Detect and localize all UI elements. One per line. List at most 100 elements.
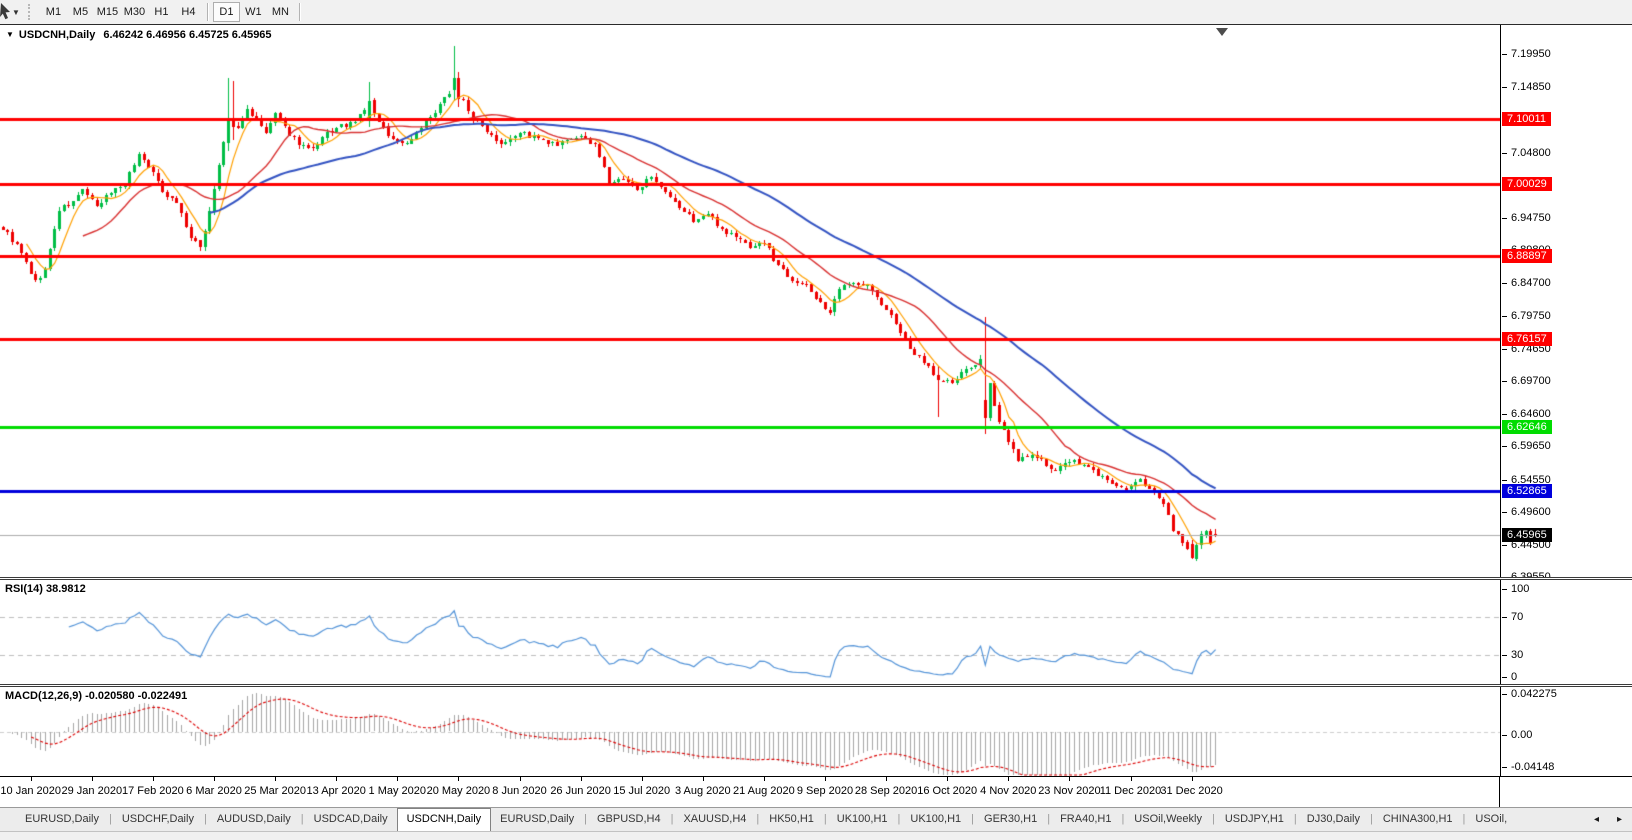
chart-symbol-period: USDCNH,Daily bbox=[19, 29, 95, 41]
mt4-window: ▼ M1M5M15M30H1H4 D1W1MN ▼ USDCNH,Daily 6.46… bbox=[0, 0, 1632, 840]
date-tick bbox=[520, 777, 521, 781]
timeframe-button-m30[interactable]: M30 bbox=[121, 2, 148, 22]
chart-tab-china300-h1[interactable]: CHINA300,H1 bbox=[1374, 808, 1462, 831]
timeframe-toolbar: ▼ M1M5M15M30H1H4 D1W1MN bbox=[0, 0, 1632, 25]
main-chart-panel: ▼ USDCNH,Daily 6.46242 6.46956 6.45725 6.4… bbox=[0, 25, 1632, 577]
price-tick: 6.94750 bbox=[1502, 211, 1551, 225]
chart-ohlc-values: 6.46242 6.46956 6.45725 6.45965 bbox=[103, 29, 271, 41]
macd-scale[interactable]: 0.042275 0.00 -0.04148 bbox=[1500, 687, 1632, 776]
hline-price-label: 7.00029 bbox=[1502, 177, 1552, 191]
main-chart-canvas[interactable] bbox=[0, 25, 1500, 577]
date-tick bbox=[336, 777, 337, 781]
chart-menu-caret-icon[interactable]: ▼ bbox=[6, 30, 14, 39]
date-tick bbox=[1192, 777, 1193, 781]
macd-tick: 0.00 bbox=[1502, 728, 1532, 742]
date-tick bbox=[825, 777, 826, 781]
chart-tab-usoil-weekly[interactable]: USOil,Weekly bbox=[1125, 808, 1211, 831]
chart-tab-eurusd-daily[interactable]: EURUSD,Daily bbox=[491, 808, 583, 831]
chart-title: ▼ USDCNH,Daily 6.46242 6.46956 6.45725 6.4… bbox=[6, 29, 272, 41]
rsi-tick: 100 bbox=[1502, 582, 1529, 596]
dropdown-caret-icon[interactable]: ▼ bbox=[12, 8, 20, 17]
macd-label: MACD(12,26,9) -0.020580 -0.022491 bbox=[5, 690, 187, 702]
hline-price-label: 7.10011 bbox=[1502, 112, 1551, 126]
main-price-scale[interactable]: 7.199507.148507.099007.048006.998006.947… bbox=[1500, 25, 1632, 577]
date-tick bbox=[153, 777, 154, 781]
date-tick bbox=[458, 777, 459, 781]
timeframe-button-m1[interactable]: M1 bbox=[40, 2, 67, 22]
window-bottom-edge bbox=[0, 831, 1632, 840]
chart-tab-usdjpy-h1[interactable]: USDJPY,H1 bbox=[1216, 808, 1293, 831]
rsi-tick: 0 bbox=[1502, 670, 1517, 684]
rsi-label: RSI(14) 38.9812 bbox=[5, 583, 86, 595]
date-label: 31 Dec 2020 bbox=[1150, 785, 1234, 797]
price-tick: 6.69700 bbox=[1502, 374, 1551, 388]
date-tick bbox=[92, 777, 93, 781]
price-tick: 7.14850 bbox=[1502, 80, 1551, 94]
price-tick: 6.39550 bbox=[1502, 570, 1551, 577]
toolbar-separator bbox=[299, 3, 300, 21]
hline-price-label: 6.52865 bbox=[1502, 484, 1552, 498]
date-tick bbox=[947, 777, 948, 781]
date-tick bbox=[31, 777, 32, 781]
rsi-panel: RSI(14) 38.9812 100 70 30 0 bbox=[0, 580, 1632, 684]
chart-shift-marker[interactable] bbox=[1216, 28, 1228, 36]
current-price-label: 6.45965 bbox=[1502, 528, 1552, 542]
date-tick bbox=[1069, 777, 1070, 781]
price-tick: 7.19950 bbox=[1502, 47, 1551, 61]
price-tick: 6.49600 bbox=[1502, 505, 1551, 519]
chart-tab-bar: EURUSD,Daily|USDCHF,Daily|AUDUSD,Daily|U… bbox=[0, 807, 1632, 831]
cursor-tool-icon[interactable] bbox=[0, 3, 10, 21]
date-tick bbox=[397, 777, 398, 781]
rsi-tick: 30 bbox=[1502, 648, 1523, 662]
timeframe-button-m5[interactable]: M5 bbox=[67, 2, 94, 22]
macd-tick: -0.04148 bbox=[1502, 760, 1554, 774]
date-tick bbox=[1008, 777, 1009, 781]
tab-scroll-right-icon[interactable]: ▸ bbox=[1617, 814, 1622, 825]
timeframe-button-h1[interactable]: H1 bbox=[148, 2, 175, 22]
chart-tab-dj30-daily[interactable]: DJ30,Daily bbox=[1298, 808, 1369, 831]
date-tick bbox=[764, 777, 765, 781]
tab-scroll-arrows: ◂ ▸ bbox=[1590, 808, 1632, 831]
date-tick bbox=[581, 777, 582, 781]
rsi-scale[interactable]: 100 70 30 0 bbox=[1500, 580, 1632, 684]
macd-tick: 0.042275 bbox=[1502, 687, 1557, 701]
rsi-canvas[interactable] bbox=[0, 580, 1500, 684]
chart-tab-gbpusd-h4[interactable]: GBPUSD,H4 bbox=[588, 808, 670, 831]
toolbar-grip-handle[interactable] bbox=[28, 4, 32, 20]
hline-price-label: 6.62646 bbox=[1502, 420, 1552, 434]
chart-tab-eurusd-daily[interactable]: EURUSD,Daily bbox=[16, 808, 108, 831]
date-tick bbox=[214, 777, 215, 781]
macd-panel: MACD(12,26,9) -0.020580 -0.022491 0.0422… bbox=[0, 687, 1632, 776]
chart-tab-usdcnh-daily[interactable]: USDCNH,Daily bbox=[397, 808, 492, 831]
toolbar-separator bbox=[207, 3, 208, 21]
timeframe-button-m15[interactable]: M15 bbox=[94, 2, 121, 22]
price-tick: 6.84700 bbox=[1502, 276, 1551, 290]
chart-tab-uk100-h1[interactable]: UK100,H1 bbox=[828, 808, 897, 831]
date-tick bbox=[703, 777, 704, 781]
chart-tab-usoil-[interactable]: USOil, bbox=[1466, 808, 1516, 831]
macd-canvas[interactable] bbox=[0, 687, 1500, 776]
chart-tabs: EURUSD,Daily|USDCHF,Daily|AUDUSD,Daily|U… bbox=[0, 808, 1590, 831]
price-tick: 7.04800 bbox=[1502, 146, 1551, 160]
chart-tab-audusd-daily[interactable]: AUDUSD,Daily bbox=[208, 808, 300, 831]
chart-tab-fra40-h1[interactable]: FRA40,H1 bbox=[1051, 808, 1120, 831]
chart-tab-usdcad-daily[interactable]: USDCAD,Daily bbox=[305, 808, 397, 831]
date-tick bbox=[275, 777, 276, 781]
timeframe-button-h4[interactable]: H4 bbox=[175, 2, 202, 22]
chart-tab-uk100-h1[interactable]: UK100,H1 bbox=[901, 808, 970, 831]
date-tick bbox=[1131, 777, 1132, 781]
timeframe-button-w1[interactable]: W1 bbox=[240, 2, 267, 22]
hline-price-label: 6.76157 bbox=[1502, 332, 1552, 346]
tab-scroll-left-icon[interactable]: ◂ bbox=[1594, 814, 1599, 825]
date-axis[interactable]: 10 Jan 202029 Jan 202017 Feb 20206 Mar 2… bbox=[0, 776, 1632, 807]
date-tick bbox=[642, 777, 643, 781]
price-tick: 6.59650 bbox=[1502, 439, 1551, 453]
chart-tab-ger30-h1[interactable]: GER30,H1 bbox=[975, 808, 1046, 831]
timeframe-button-d1[interactable]: D1 bbox=[213, 2, 240, 22]
chart-tab-xauusd-h4[interactable]: XAUUSD,H4 bbox=[674, 808, 755, 831]
chart-tab-hk50-h1[interactable]: HK50,H1 bbox=[760, 808, 823, 831]
timeframe-button-mn[interactable]: MN bbox=[267, 2, 294, 22]
chart-tab-usdchf-daily[interactable]: USDCHF,Daily bbox=[113, 808, 203, 831]
hline-price-label: 6.88897 bbox=[1502, 249, 1552, 263]
rsi-tick: 70 bbox=[1502, 610, 1523, 624]
